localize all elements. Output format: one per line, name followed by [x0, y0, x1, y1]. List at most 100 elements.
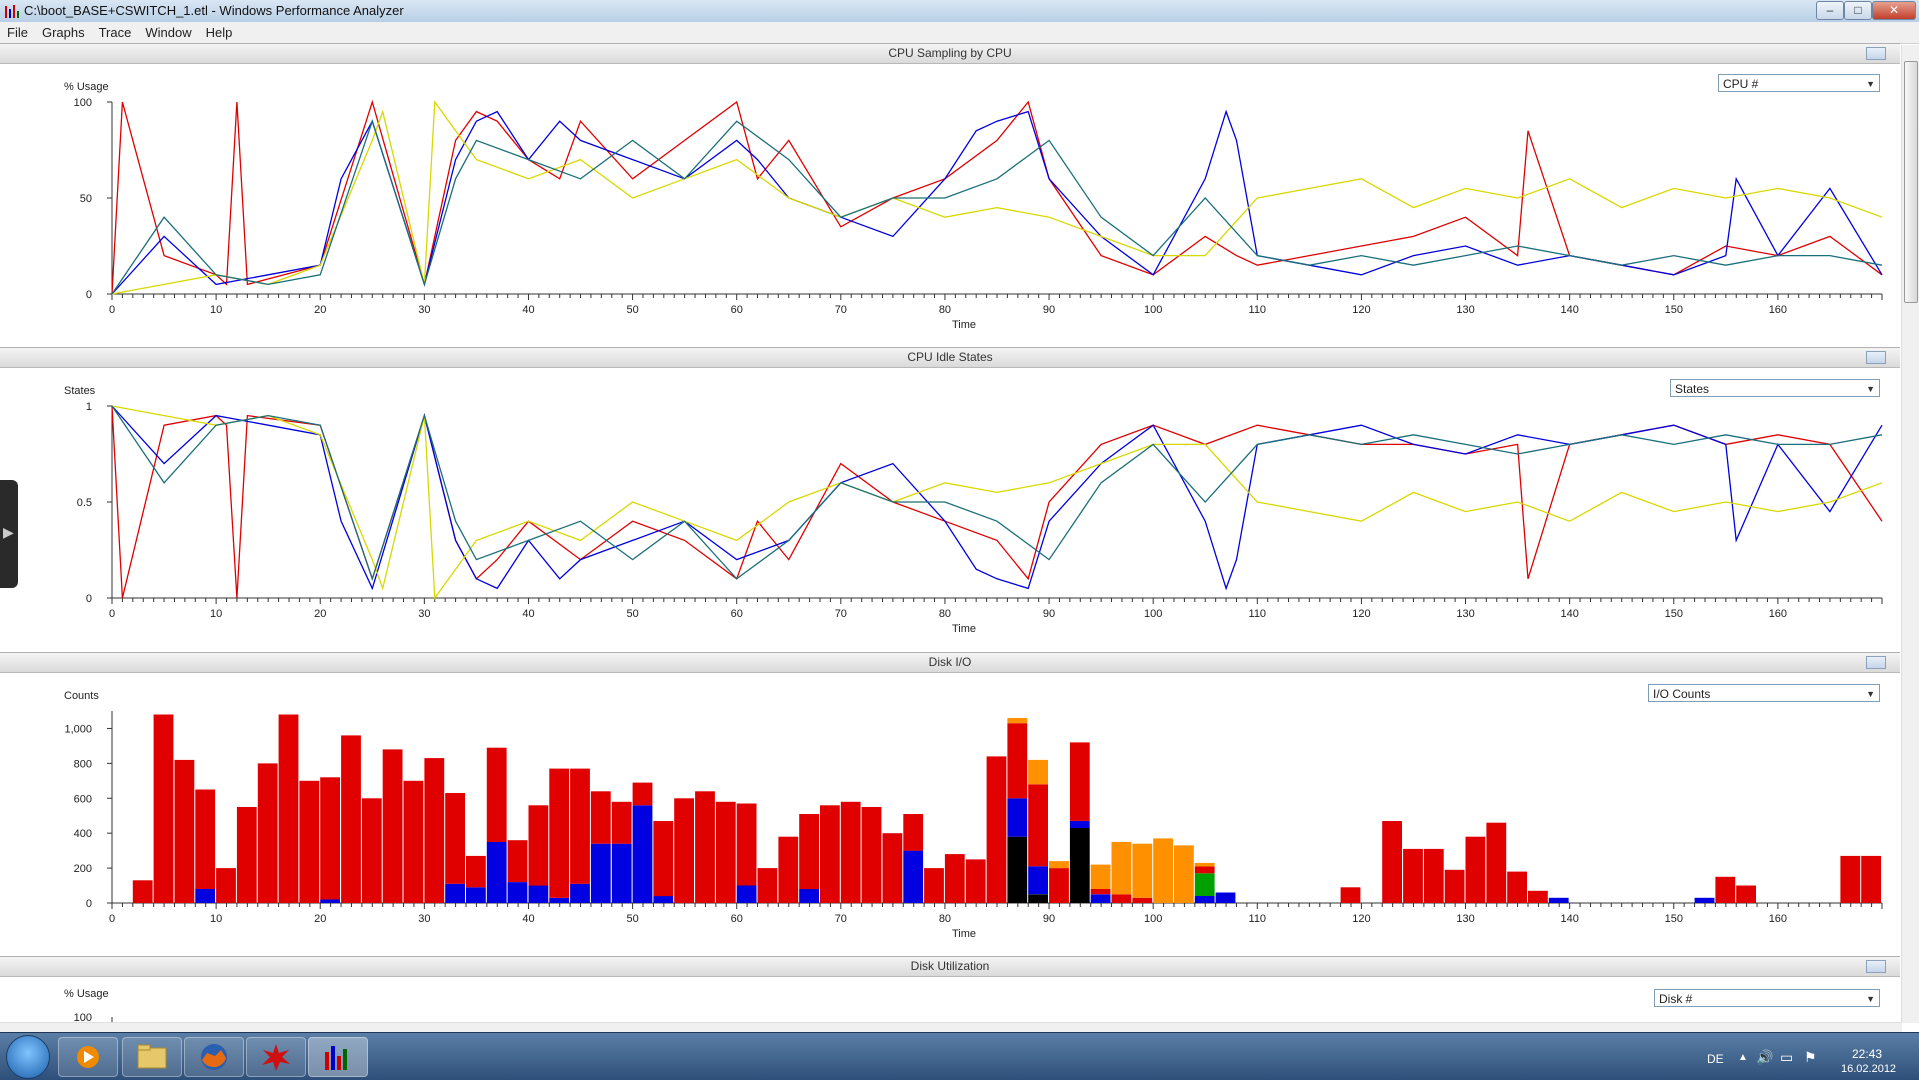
bar-51-orange	[1194, 862, 1215, 867]
x-tick-label: 90	[1043, 608, 1055, 620]
bar-65-red	[1736, 885, 1756, 903]
bar-1-red	[153, 714, 174, 903]
bar-47-orange	[1111, 841, 1132, 895]
speaker-icon[interactable]: 🔊	[1756, 1049, 1773, 1066]
menu-graphs[interactable]: Graphs	[35, 22, 92, 42]
bar-61-red	[1528, 890, 1548, 903]
bar-43-orange	[1028, 759, 1048, 785]
x-tick-label: 60	[731, 608, 743, 620]
app-icon	[5, 5, 19, 18]
x-tick-label: 150	[1665, 913, 1683, 925]
x-tick-label: 10	[210, 304, 222, 316]
menu-trace[interactable]: Trace	[92, 22, 139, 42]
menu-window[interactable]: Window	[138, 22, 198, 42]
minimize-button[interactable]: –	[1816, 1, 1844, 20]
bar-43-blue	[1028, 866, 1048, 895]
x-tick-label: 140	[1560, 304, 1578, 316]
network-icon[interactable]: ▭	[1780, 1049, 1793, 1066]
bar-51-red	[1194, 866, 1215, 874]
clock-date[interactable]: 16.02.2012	[1841, 1063, 1896, 1075]
bar-0-red	[132, 880, 153, 903]
x-tick-label: 40	[522, 304, 534, 316]
bar-48-red	[1132, 897, 1153, 903]
bar-50-orange	[1174, 845, 1194, 903]
menu-help[interactable]: Help	[199, 22, 240, 42]
scrollbar-thumb[interactable]	[1904, 61, 1918, 303]
y-tick-label: 800	[74, 758, 92, 770]
y-tick-label: 0.5	[77, 497, 92, 509]
bar-24-red	[632, 782, 653, 806]
bar-11-red	[361, 798, 382, 903]
x-tick-label: 110	[1249, 913, 1267, 925]
bar-30-red	[757, 868, 778, 903]
x-tick-label: 60	[731, 304, 743, 316]
x-tick-label: 60	[731, 913, 743, 925]
y-tick-label: 1,000	[64, 723, 92, 735]
y-tick-label: 400	[74, 828, 92, 840]
side-panel-toggle[interactable]: ▶	[0, 480, 18, 588]
bar-46-blue	[1090, 894, 1111, 903]
x-tick-label: 120	[1352, 608, 1370, 620]
x-tick-label: 70	[835, 608, 847, 620]
y-axis-label: States	[64, 385, 96, 397]
x-tick-label: 110	[1249, 304, 1267, 316]
disk-util-chart: % Usage 100	[64, 988, 113, 1022]
bar-3-blue	[195, 889, 216, 903]
media-player-taskbar-button[interactable]	[58, 1037, 118, 1077]
maximize-button[interactable]: □	[1844, 1, 1872, 20]
collapse-button[interactable]	[1866, 656, 1886, 669]
bar-6-red	[257, 763, 278, 903]
bar-43-red	[1028, 784, 1048, 867]
red-splat-icon	[262, 1044, 290, 1071]
y-axis-label: % Usage	[64, 988, 109, 1000]
taskbar: DE ▲ 🔊 ▭ ⚑ 22:43 16.02.2012	[0, 1032, 1919, 1080]
x-tick-label: 0	[109, 608, 115, 620]
panel-header-disk-io: Disk I/O	[0, 652, 1900, 673]
flag-icon[interactable]: ⚑	[1804, 1049, 1817, 1066]
wpa-taskbar-button[interactable]	[308, 1037, 368, 1077]
bar-44-orange	[1049, 861, 1069, 869]
bar-45-blue	[1069, 821, 1090, 828]
panel-title-disk-util: Disk Utilization	[910, 959, 990, 973]
media-player-icon	[77, 1046, 99, 1068]
x-tick-label: 40	[522, 608, 534, 620]
collapse-button[interactable]	[1866, 47, 1886, 60]
bar-35-red	[861, 807, 882, 903]
bar-29-red	[736, 803, 757, 886]
bar-40-red	[965, 859, 986, 903]
clock-time[interactable]: 22:43	[1852, 1047, 1882, 1061]
bar-55-red	[1403, 848, 1423, 903]
x-tick-label: 30	[418, 913, 430, 925]
language-indicator[interactable]: DE	[1707, 1052, 1724, 1066]
start-button[interactable]	[6, 1035, 50, 1079]
bar-7-red	[278, 714, 299, 903]
y-axis-label: % Usage	[64, 81, 109, 93]
panel-title-cpu-idle: CPU Idle States	[907, 350, 993, 364]
bar-67-red	[1861, 855, 1881, 903]
bar-59-red	[1486, 822, 1507, 903]
bar-29-blue	[736, 885, 757, 903]
tool-taskbar-button[interactable]	[246, 1037, 306, 1077]
collapse-button[interactable]	[1866, 960, 1886, 973]
explorer-taskbar-button[interactable]	[122, 1037, 182, 1077]
bar-9-red	[320, 777, 340, 900]
y-tick-label: 200	[74, 863, 92, 875]
bar-20-red	[549, 768, 570, 898]
collapse-button[interactable]	[1866, 351, 1886, 364]
bar-15-red	[445, 793, 465, 884]
show-hidden-icons[interactable]: ▲	[1738, 1052, 1748, 1063]
bar-46-red	[1090, 889, 1111, 895]
firefox-taskbar-button[interactable]	[184, 1037, 244, 1077]
bar-37-red	[903, 814, 924, 851]
x-tick-label: 100	[1144, 913, 1162, 925]
menu-file[interactable]: File	[0, 22, 35, 42]
y-tick-label: 600	[74, 793, 92, 805]
close-button[interactable]: ✕	[1872, 1, 1916, 20]
title-bar: C:\boot_BASE+CSWITCH_1.etl - Windows Per…	[0, 0, 1919, 23]
bar-56-red	[1423, 848, 1444, 903]
bar-16-red	[466, 855, 486, 888]
vertical-scrollbar[interactable]	[1901, 45, 1919, 1023]
bar-26-red	[674, 798, 694, 903]
x-tick-label: 70	[835, 913, 847, 925]
x-tick-label: 0	[109, 304, 115, 316]
